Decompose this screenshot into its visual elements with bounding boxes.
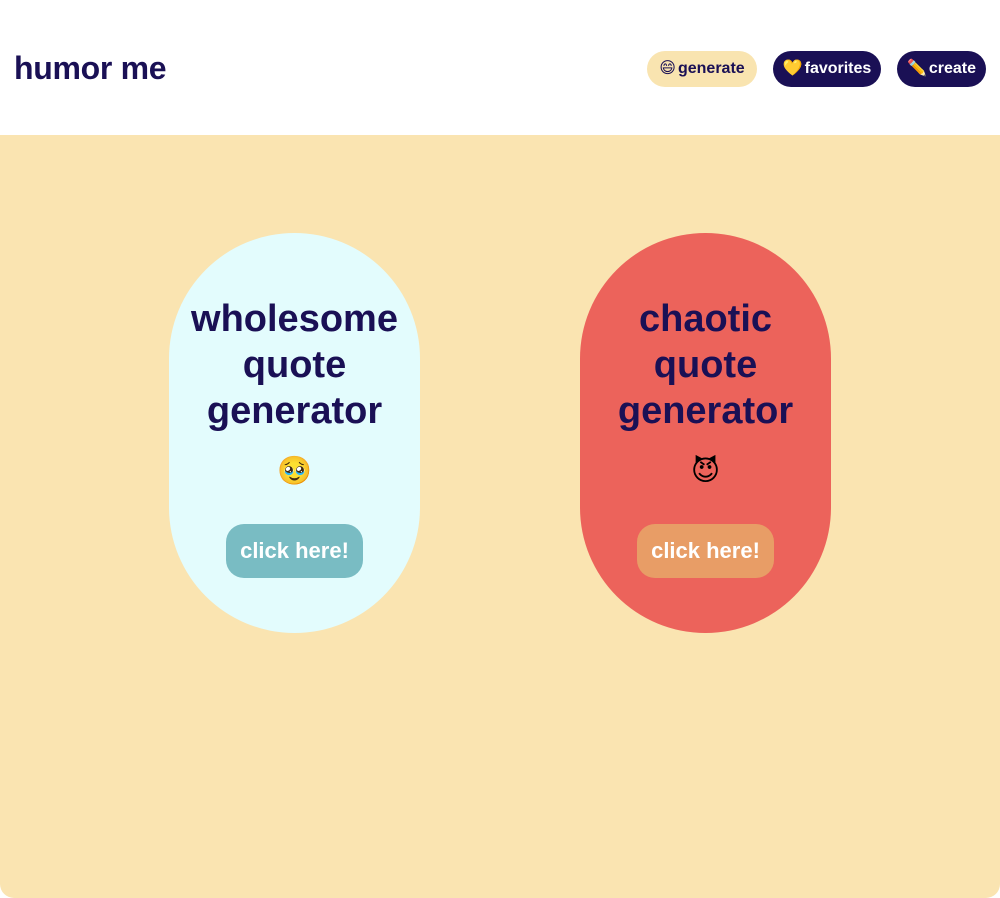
yellow-heart-icon: 💛 xyxy=(782,60,803,77)
nav-generate-button[interactable]: 😄 generate xyxy=(647,51,757,87)
nav-generate-label: generate xyxy=(677,60,745,77)
app-page: humor me 😄 generate 💛 favorites ✏️ creat… xyxy=(0,0,1000,898)
chaotic-card-title: chaotic quote generator xyxy=(617,298,794,432)
nav-favorites-label: favorites xyxy=(804,60,872,77)
app-title: humor me xyxy=(14,50,167,86)
nav-favorites-button[interactable]: 💛 favorites xyxy=(773,51,881,87)
wholesome-card-title: wholesome quote generator xyxy=(191,298,398,432)
chaotic-click-button[interactable]: click here! xyxy=(637,524,774,578)
chaotic-generator-card: chaotic quote generator 😈 click here! xyxy=(580,233,831,633)
devil-face-icon: 😈 xyxy=(690,455,721,486)
nav-create-button[interactable]: ✏️ create xyxy=(897,51,986,87)
pleading-face-icon: 🥹 xyxy=(277,455,312,486)
grin-emoji-icon: 😄 xyxy=(659,60,676,77)
nav-create-label: create xyxy=(928,60,977,77)
wholesome-generator-card: wholesome quote generator 🥹 click here! xyxy=(169,233,420,633)
wholesome-click-button[interactable]: click here! xyxy=(226,524,363,578)
pencil-icon: ✏️ xyxy=(906,60,927,77)
main-content: wholesome quote generator 🥹 click here! … xyxy=(0,135,1000,898)
top-header: humor me 😄 generate 💛 favorites ✏️ creat… xyxy=(0,0,1000,135)
